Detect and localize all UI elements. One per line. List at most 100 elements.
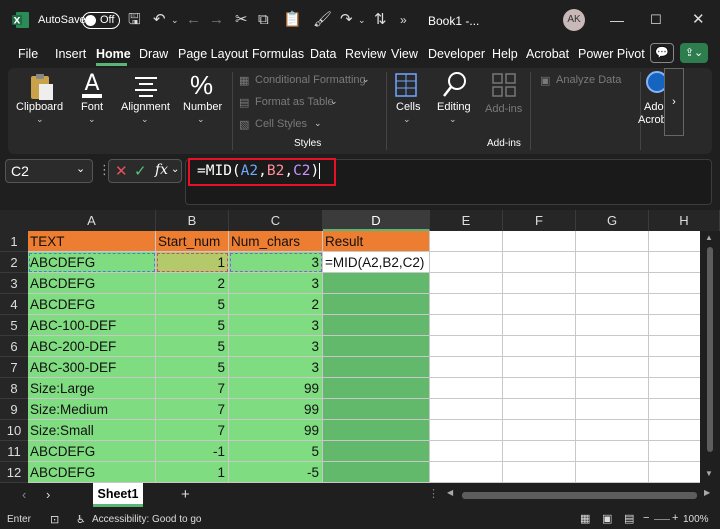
cell-styles-button[interactable]: Cell Styles [255,118,307,130]
addins-icon[interactable] [491,72,517,98]
empty-cell[interactable] [503,378,576,399]
table-cell[interactable]: ABCDEFG [28,294,156,315]
table-cell[interactable]: ABCDEFG [28,441,156,462]
adobe-label-2[interactable]: Acrob [638,114,667,126]
chevron-down-icon[interactable]: ⌄ [314,118,322,129]
macro-record-icon[interactable]: ⊡ [50,513,59,526]
format-as-table-button[interactable]: Format as Table [255,96,334,108]
tab-draw[interactable]: Draw [139,47,168,61]
chevron-down-icon[interactable]: ⌄ [362,74,370,85]
tab-review[interactable]: Review [345,47,386,61]
scroll-down-icon[interactable]: ▼ [705,469,713,478]
table-cell[interactable] [323,420,430,441]
number-label[interactable]: Number [183,101,222,113]
select-all-corner[interactable] [0,210,28,231]
empty-cell[interactable] [576,294,649,315]
empty-cell[interactable] [503,399,576,420]
vertical-scroll-thumb[interactable] [707,247,713,452]
chevron-down-icon[interactable]: ⌄ [197,114,205,125]
empty-cell[interactable] [430,399,503,420]
chevron-down-icon[interactable]: ⌄ [88,114,96,125]
empty-cell[interactable] [576,252,649,273]
table-cell[interactable]: 5 [229,441,323,462]
zoom-in-icon[interactable]: + [672,512,678,524]
close-icon[interactable]: ✕ [692,10,705,30]
tab-split-handle-icon[interactable]: ⋮ [428,487,439,500]
copy-icon[interactable]: ⧉ [258,10,269,30]
row-header-2[interactable]: 2 [0,252,28,273]
tab-page-layout[interactable]: Page Layout [178,47,248,61]
row-header-7[interactable]: 7 [0,357,28,378]
chevron-down-icon[interactable]: ⌄ [449,114,457,125]
empty-cell[interactable] [430,336,503,357]
prev-sheet-icon[interactable]: ‹ [22,487,26,502]
table-cell[interactable]: 99 [229,420,323,441]
zoom-slider[interactable] [654,519,670,520]
chevron-down-icon[interactable]: ⌄ [36,114,44,125]
maximize-icon[interactable]: ☐ [650,10,662,30]
table-cell[interactable] [323,294,430,315]
alignment-icon[interactable] [133,74,159,98]
row-header-12[interactable]: 12 [0,462,28,483]
empty-cell[interactable] [503,441,576,462]
header-cell[interactable]: Result [323,231,430,252]
empty-cell[interactable] [430,462,503,483]
tab-file[interactable]: File [18,47,38,61]
alignment-label[interactable]: Alignment [121,101,170,113]
column-header-e[interactable]: E [430,210,503,231]
tab-help[interactable]: Help [492,47,518,61]
row-header-10[interactable]: 10 [0,420,28,441]
table-cell[interactable]: ABC-100-DEF [28,315,156,336]
empty-cell[interactable] [430,420,503,441]
empty-cell[interactable] [576,399,649,420]
addins-button[interactable]: Add-ins [485,103,522,115]
empty-cell[interactable] [576,315,649,336]
page-layout-view-icon[interactable]: ▣ [602,512,612,525]
row-header-5[interactable]: 5 [0,315,28,336]
table-cell[interactable]: 1 [156,462,229,483]
table-cell[interactable]: ABC-200-DEF [28,336,156,357]
empty-cell[interactable] [576,273,649,294]
chevron-down-icon[interactable]: ⌄ [76,162,85,175]
ribbon-scroll-right-icon[interactable]: › [664,68,684,136]
column-header-h[interactable]: H [649,210,720,231]
table-cell[interactable]: 5 [156,357,229,378]
undo-icon[interactable]: ↶ [153,10,166,30]
insert-function-icon[interactable]: fx [155,162,168,178]
empty-cell[interactable] [430,252,503,273]
next-sheet-icon[interactable]: › [46,487,50,502]
empty-cell[interactable] [503,420,576,441]
formula-text[interactable]: =MID(A2,B2,C2) [197,163,321,179]
empty-cell[interactable] [576,462,649,483]
conditional-formatting-button[interactable]: Conditional Formatting [255,74,366,86]
table-cell[interactable]: 7 [156,420,229,441]
cancel-icon[interactable]: ✕ [115,162,128,180]
table-cell[interactable] [323,378,430,399]
empty-cell[interactable] [430,378,503,399]
empty-cell[interactable] [503,357,576,378]
font-icon[interactable]: A [79,70,105,100]
column-header-f[interactable]: F [503,210,576,231]
empty-cell[interactable] [430,315,503,336]
minimize-icon[interactable]: — [610,10,624,30]
empty-cell[interactable] [576,336,649,357]
vertical-scrollbar[interactable]: ▲ ▼ [700,231,720,483]
percent-icon[interactable]: % [190,70,213,101]
accessibility-icon[interactable]: ♿ [76,513,86,526]
empty-cell[interactable] [503,462,576,483]
cut-icon[interactable]: ✂ [235,10,248,30]
accessibility-status[interactable]: Accessibility: Good to go [92,514,202,525]
row-header-11[interactable]: 11 [0,441,28,462]
avatar[interactable]: AK [563,9,585,31]
font-label[interactable]: Font [81,101,103,113]
table-cell[interactable]: 3 [229,315,323,336]
clipboard-label[interactable]: Clipboard [16,101,63,113]
empty-cell[interactable] [430,231,503,252]
table-cell[interactable]: 5 [156,294,229,315]
more-commands-icon[interactable]: » [400,10,407,30]
table-cell[interactable] [323,441,430,462]
table-cell[interactable] [323,357,430,378]
format-painter-icon[interactable]: 🖌 [313,10,332,30]
empty-cell[interactable] [503,252,576,273]
tab-acrobat[interactable]: Acrobat [526,47,569,61]
